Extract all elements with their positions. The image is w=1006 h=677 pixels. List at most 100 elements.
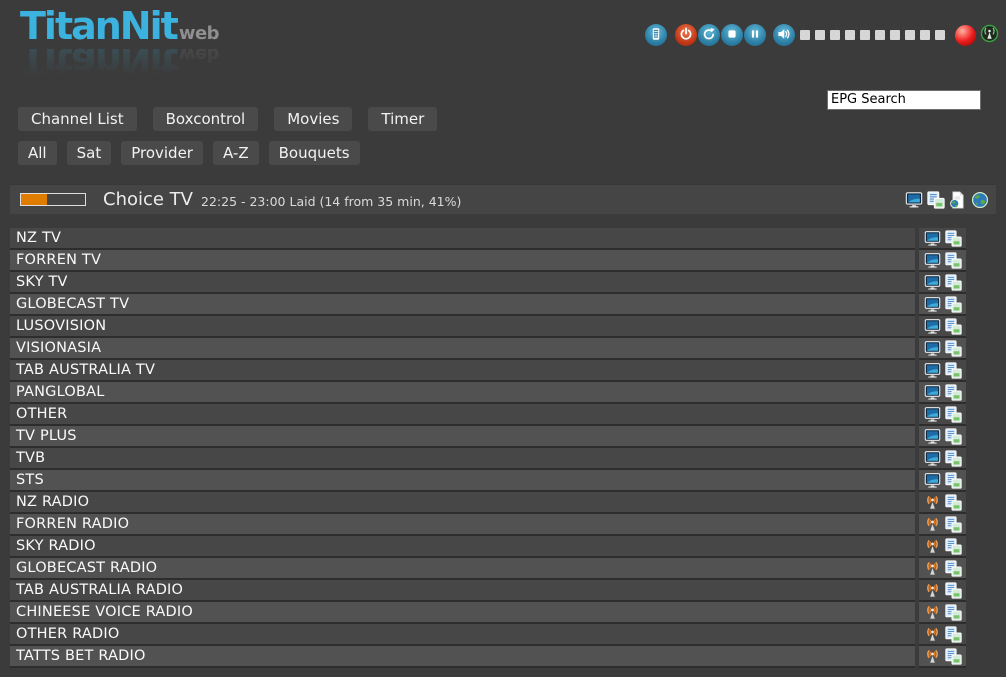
channel-name-cell[interactable]: TAB AUSTRALIA TV	[10, 360, 915, 382]
channel-name-cell[interactable]: SKY TV	[10, 272, 915, 294]
radio-antenna-icon[interactable]	[924, 494, 941, 511]
filter-all-button[interactable]: All	[18, 141, 57, 165]
epg-list-icon[interactable]	[945, 384, 962, 401]
epg-list-icon[interactable]	[945, 230, 962, 247]
filter-az-button[interactable]: A-Z	[213, 141, 259, 165]
channel-name-cell[interactable]: CHINEESE VOICE RADIO	[10, 602, 915, 624]
tv-screen-icon[interactable]	[924, 384, 941, 401]
channel-row: SKY TV	[10, 272, 966, 294]
epg-document-icon[interactable]	[949, 191, 967, 209]
power-icon	[679, 26, 693, 45]
channel-name-cell[interactable]: TAB AUSTRALIA RADIO	[10, 580, 915, 602]
channel-name-cell[interactable]: FORREN RADIO	[10, 514, 915, 536]
volume-step[interactable]	[860, 30, 870, 40]
volume-step[interactable]	[875, 30, 885, 40]
epg-list-icon[interactable]	[945, 648, 962, 665]
channel-name-cell[interactable]: FORREN TV	[10, 250, 915, 272]
epg-list-icon[interactable]	[945, 252, 962, 269]
epg-list-icon[interactable]	[945, 560, 962, 577]
tv-screen-icon[interactable]	[924, 340, 941, 357]
epg-list-icon[interactable]	[945, 516, 962, 533]
channel-name-cell[interactable]: SKY RADIO	[10, 536, 915, 558]
radio-antenna-icon[interactable]	[924, 582, 941, 599]
epg-list-icon[interactable]	[945, 450, 962, 467]
channel-name-cell[interactable]: OTHER RADIO	[10, 624, 915, 646]
epg-list-icon[interactable]	[945, 428, 962, 445]
radio-antenna-icon[interactable]	[924, 626, 941, 643]
tv-screen-icon[interactable]	[924, 252, 941, 269]
channel-name-cell[interactable]: GLOBECAST RADIO	[10, 558, 915, 580]
volume-step[interactable]	[920, 30, 930, 40]
radio-antenna-icon[interactable]	[924, 538, 941, 555]
epg-list-icon[interactable]	[945, 274, 962, 291]
nav-boxcontrol-button[interactable]: Boxcontrol	[153, 107, 259, 131]
filter-bouquets-button[interactable]: Bouquets	[269, 141, 360, 165]
volume-step[interactable]	[845, 30, 855, 40]
volume-step[interactable]	[890, 30, 900, 40]
epg-search-input[interactable]	[827, 90, 981, 110]
epg-list-icon[interactable]	[945, 582, 962, 599]
signal-antenna-button[interactable]	[980, 24, 999, 47]
channel-name-cell[interactable]: TVB	[10, 448, 915, 470]
power-button[interactable]	[675, 24, 697, 46]
tv-screen-icon[interactable]	[924, 274, 941, 291]
epg-list-icon[interactable]	[945, 604, 962, 621]
signal-antenna-icon	[980, 24, 999, 47]
channel-name-cell[interactable]: GLOBECAST TV	[10, 294, 915, 316]
stop-button[interactable]	[721, 24, 743, 46]
nav-channel-list-button[interactable]: Channel List	[18, 107, 137, 131]
remote-keypad-button[interactable]	[645, 24, 667, 46]
radio-antenna-icon[interactable]	[924, 648, 941, 665]
channel-name-cell[interactable]: TV PLUS	[10, 426, 915, 448]
pause-button[interactable]	[744, 24, 766, 46]
tv-screen-icon[interactable]	[924, 230, 941, 247]
radio-antenna-icon[interactable]	[924, 560, 941, 577]
epg-list-icon[interactable]	[945, 626, 962, 643]
volume-mute-button[interactable]	[773, 24, 795, 46]
channel-name-cell[interactable]: NZ RADIO	[10, 492, 915, 514]
epg-list-icon[interactable]	[945, 494, 962, 511]
channel-row: SKY RADIO	[10, 536, 966, 558]
epg-list-icon[interactable]	[945, 472, 962, 489]
epg-list-icon[interactable]	[945, 538, 962, 555]
nav-timer-button[interactable]: Timer	[368, 107, 437, 131]
tv-screen-icon[interactable]	[924, 296, 941, 313]
channel-name-cell[interactable]: NZ TV	[10, 228, 915, 250]
restart-button[interactable]	[698, 24, 720, 46]
epg-list-icon[interactable]	[945, 406, 962, 423]
tv-screen-icon[interactable]	[924, 406, 941, 423]
tv-screen-icon[interactable]	[924, 428, 941, 445]
web-globe-icon[interactable]	[971, 191, 989, 209]
epg-list-icon[interactable]	[945, 362, 962, 379]
volume-step[interactable]	[800, 30, 810, 40]
channel-name-cell[interactable]: TATTS BET RADIO	[10, 646, 915, 668]
filter-provider-button[interactable]: Provider	[121, 141, 203, 165]
volume-step[interactable]	[905, 30, 915, 40]
filter-sat-button[interactable]: Sat	[67, 141, 112, 165]
channel-name-cell[interactable]: OTHER	[10, 404, 915, 426]
tv-screen-icon[interactable]	[924, 362, 941, 379]
epg-list-icon[interactable]	[945, 296, 962, 313]
tv-screen-icon[interactable]	[924, 450, 941, 467]
channel-row: TAB AUSTRALIA RADIO	[10, 580, 966, 602]
epg-list-icon[interactable]	[945, 340, 962, 357]
channel-row: CHINEESE VOICE RADIO	[10, 602, 966, 624]
tv-screen-icon[interactable]	[924, 318, 941, 335]
volume-step[interactable]	[935, 30, 945, 40]
channel-name-cell[interactable]: LUSOVISION	[10, 316, 915, 338]
channel-name-cell[interactable]: PANGLOBAL	[10, 382, 915, 404]
channel-name-cell[interactable]: STS	[10, 470, 915, 492]
channel-name: VISIONASIA	[16, 340, 101, 356]
radio-antenna-icon[interactable]	[924, 516, 941, 533]
now-playing-actions	[905, 191, 989, 209]
epg-list-icon[interactable]	[945, 318, 962, 335]
tv-screen-icon[interactable]	[924, 472, 941, 489]
nav-movies-button[interactable]: Movies	[274, 107, 352, 131]
channel-name-cell[interactable]: VISIONASIA	[10, 338, 915, 360]
volume-step[interactable]	[815, 30, 825, 40]
channel-row: NZ TV	[10, 228, 966, 250]
screen-icon[interactable]	[905, 191, 923, 209]
epg-panels-icon[interactable]	[927, 191, 945, 209]
volume-step[interactable]	[830, 30, 840, 40]
radio-antenna-icon[interactable]	[924, 604, 941, 621]
